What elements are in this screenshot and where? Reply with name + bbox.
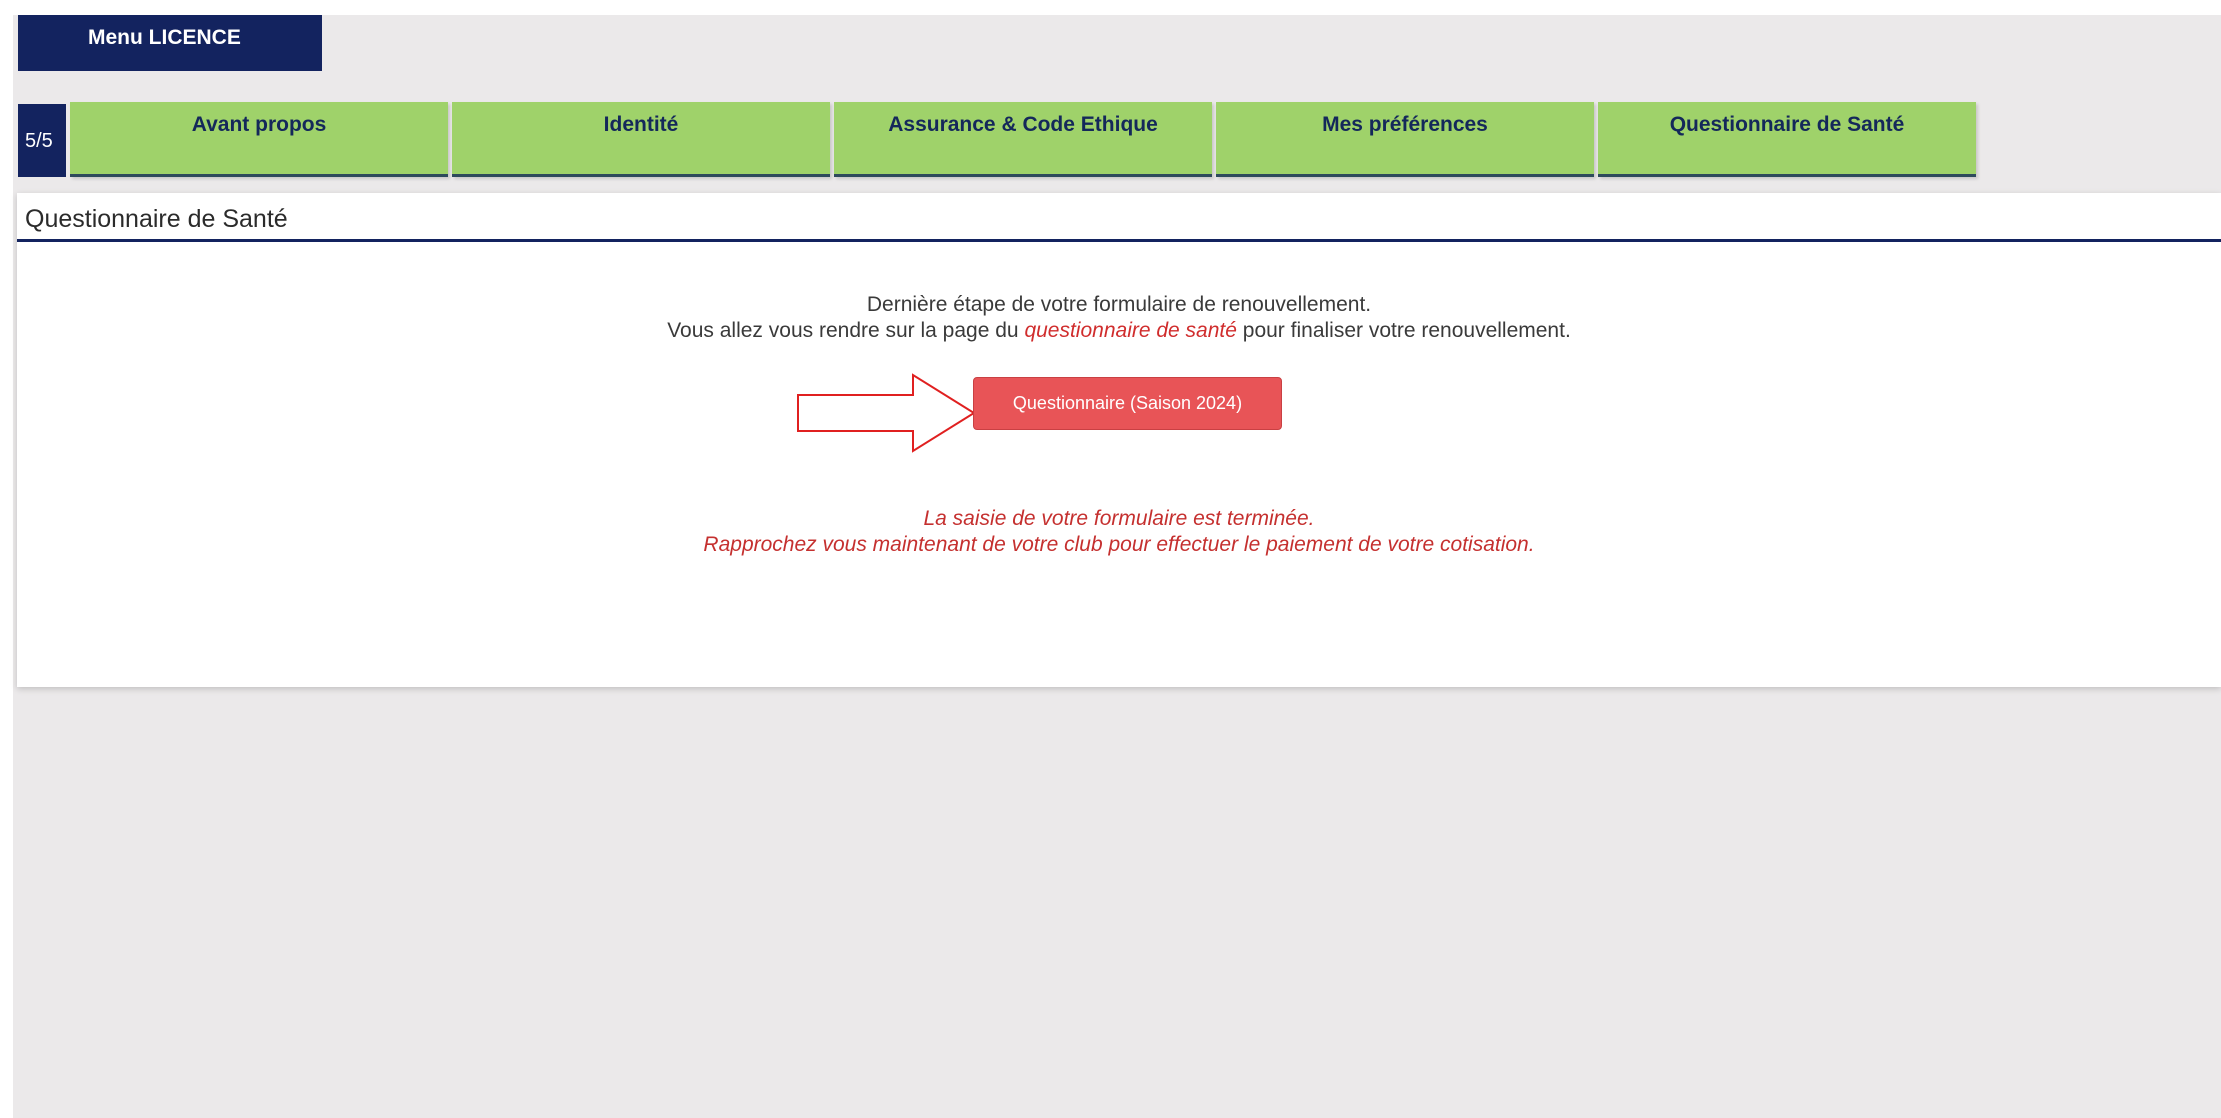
steps-bar: Avant propos Identité Assurance & Code E… <box>70 102 1980 177</box>
right-arrow-outline-icon <box>797 373 976 453</box>
step-tab-assurance[interactable]: Assurance & Code Ethique <box>834 102 1212 177</box>
step-tab-avant-propos[interactable]: Avant propos <box>70 102 448 177</box>
completion-line-1: La saisie de votre formulaire est termin… <box>923 507 1315 530</box>
questionnaire-button[interactable]: Questionnaire (Saison 2024) <box>973 377 1282 430</box>
intro-line-2: Vous allez vous rendre sur la page du qu… <box>17 318 2221 344</box>
step-counter: 5/5 <box>18 104 66 177</box>
completion-message: La saisie de votre formulaire est termin… <box>17 506 2221 558</box>
step-tab-preferences[interactable]: Mes préférences <box>1216 102 1594 177</box>
step-tab-questionnaire[interactable]: Questionnaire de Santé <box>1598 102 1976 177</box>
questionnaire-panel: Questionnaire de Santé Dernière étape de… <box>17 193 2221 687</box>
intro-highlight: questionnaire de santé <box>1024 319 1237 342</box>
step-tab-identite[interactable]: Identité <box>452 102 830 177</box>
intro-line-1: Dernière étape de votre formulaire de re… <box>866 293 1372 316</box>
panel-title: Questionnaire de Santé <box>17 193 2221 242</box>
intro-line-2-before: Vous allez vous rendre sur la page du <box>667 319 1025 342</box>
menu-licence-button[interactable]: Menu LICENCE <box>18 15 322 71</box>
completion-line-2: Rapprochez vous maintenant de votre club… <box>703 533 1535 556</box>
intro-text: Dernière étape de votre formulaire de re… <box>17 292 2221 344</box>
intro-line-2-after: pour finaliser votre renouvellement. <box>1236 319 1571 342</box>
